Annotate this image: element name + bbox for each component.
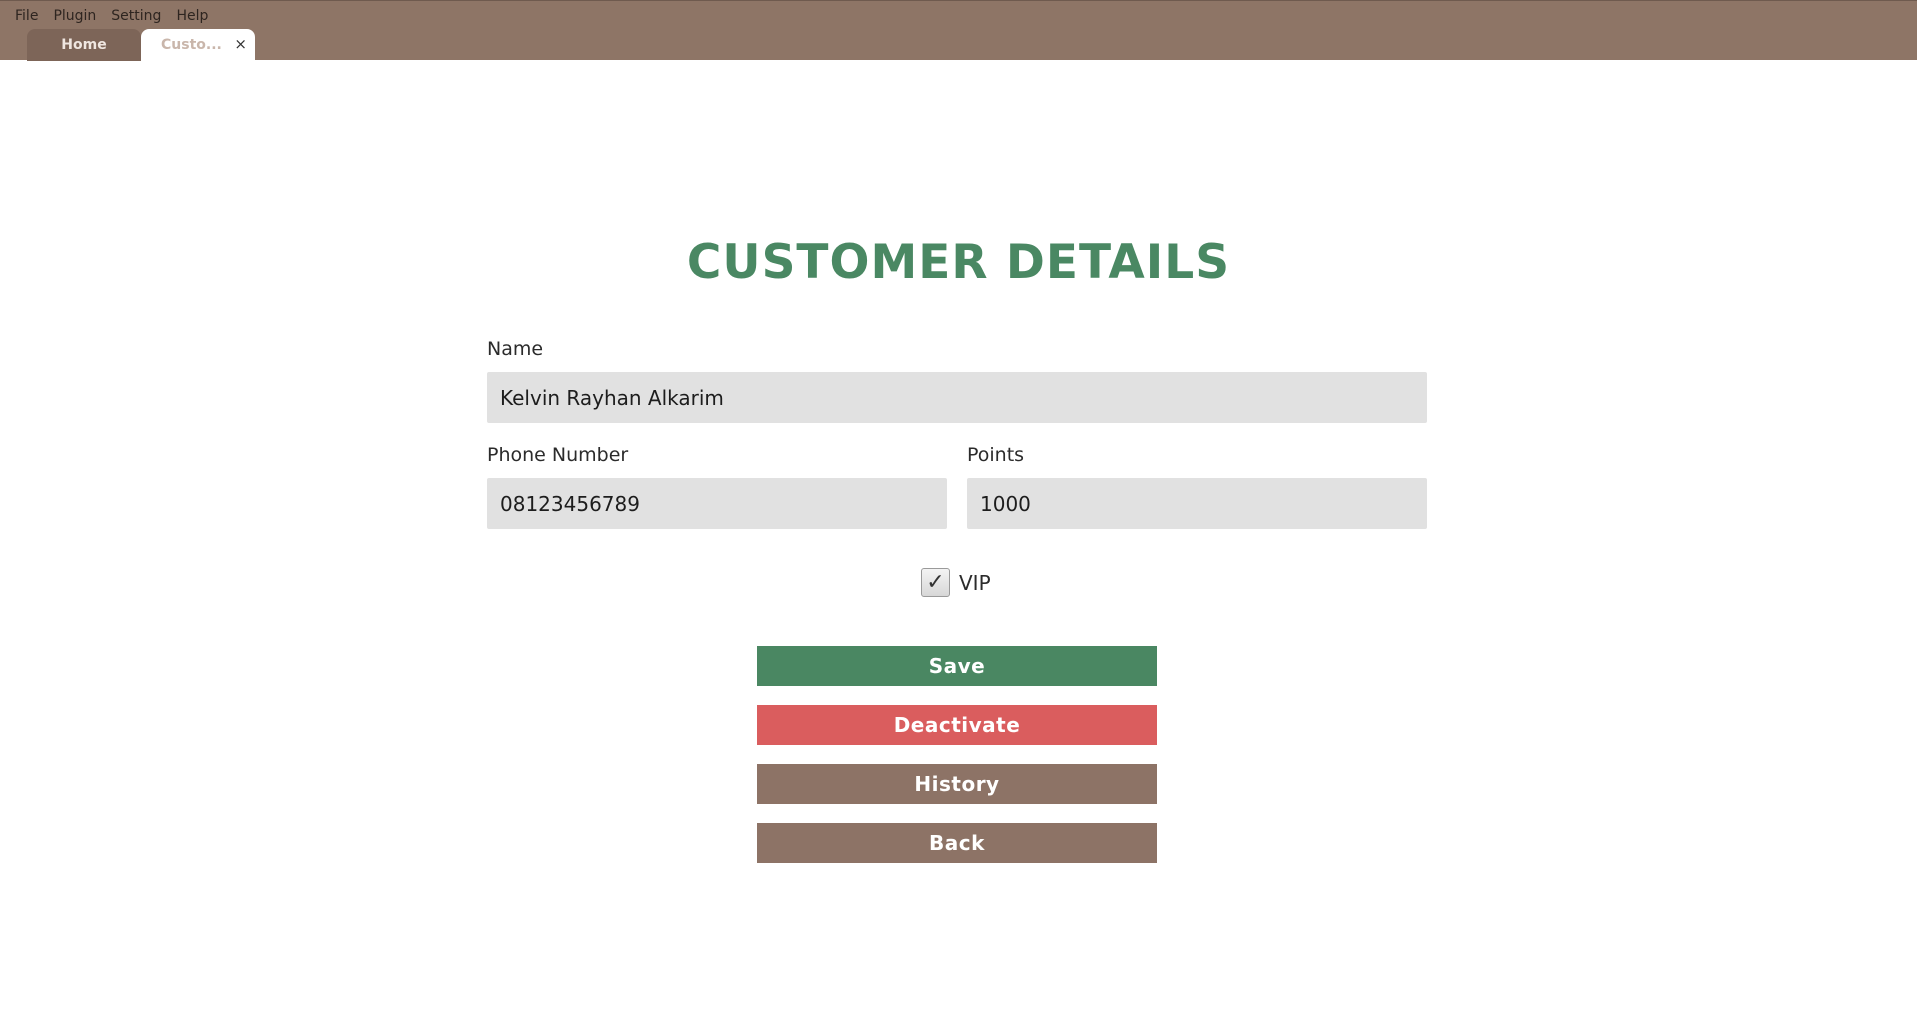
points-label: Points [967,444,1025,466]
check-icon: ✓ [926,569,945,595]
deactivate-button[interactable]: Deactivate [757,705,1157,745]
menu-bar: File Plugin Setting Help [0,5,215,27]
menu-setting[interactable]: Setting [104,5,168,27]
menu-plugin[interactable]: Plugin [46,5,103,27]
tab-home[interactable]: Home [27,29,141,61]
tab-customer-label: Custo... [161,37,222,53]
window-header: File Plugin Setting Help Home Custo... × [0,0,1917,61]
name-label: Name [487,338,544,360]
menu-help[interactable]: Help [169,5,215,27]
tab-home-label: Home [61,37,107,53]
tab-customer-details[interactable]: Custo... × [141,29,255,61]
save-button[interactable]: Save [757,646,1157,686]
history-button[interactable]: History [757,764,1157,804]
vip-toggle[interactable]: ✓ VIP [921,568,991,597]
back-button[interactable]: Back [757,823,1157,863]
vip-label: VIP [959,570,991,595]
phone-field[interactable]: 08123456789 [487,478,947,529]
name-field[interactable]: Kelvin Rayhan Alkarim [487,372,1427,423]
tab-bar: Home Custo... × [27,29,255,61]
phone-label: Phone Number [487,444,629,466]
menu-file[interactable]: File [8,5,45,27]
page-title: CUSTOMER DETAILS [686,235,1231,290]
vip-checkbox[interactable]: ✓ [921,568,950,597]
points-field[interactable]: 1000 [967,478,1427,529]
close-icon[interactable]: × [234,36,247,52]
